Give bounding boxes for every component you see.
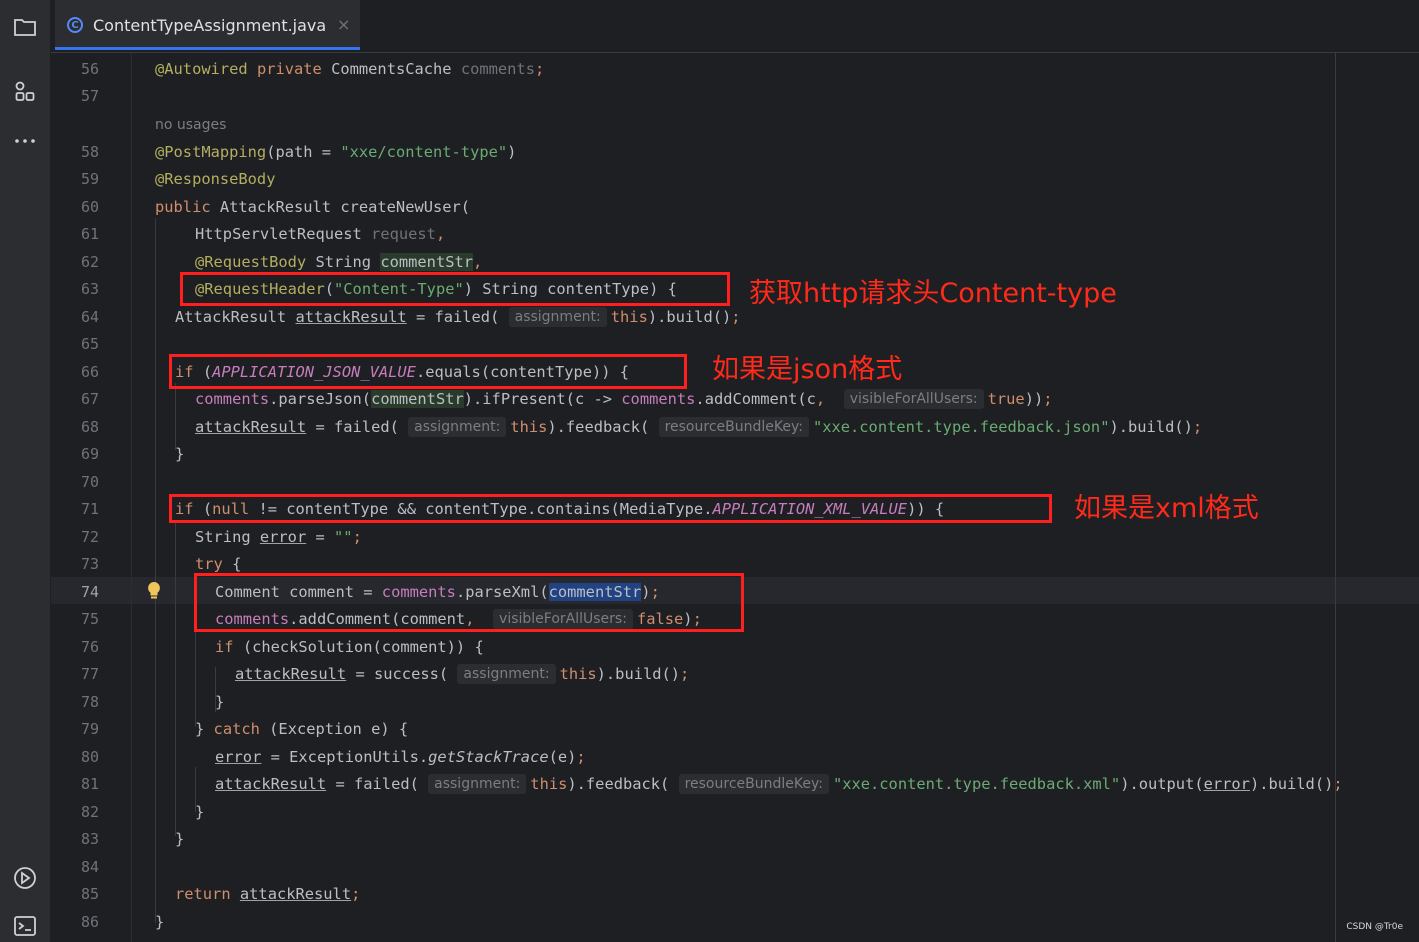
- line-number: 67: [80, 390, 99, 408]
- code-line[interactable]: }: [175, 826, 184, 853]
- code-line[interactable]: @Autowired private CommentsCache comment…: [155, 56, 544, 83]
- line-number: 58: [80, 143, 99, 161]
- line-number-current: 74: [80, 583, 99, 601]
- code-line[interactable]: error = ExceptionUtils.getStackTrace(e);: [215, 744, 586, 771]
- code-line[interactable]: @ResponseBody: [155, 166, 275, 193]
- code-line[interactable]: comments.parseJson(commentStr).ifPresent…: [195, 386, 1053, 413]
- tab-title: ContentTypeAssignment.java: [93, 16, 327, 35]
- line-number: 59: [80, 170, 99, 188]
- indent-guide: [155, 218, 156, 923]
- no-usages-hint[interactable]: no usages: [155, 111, 226, 138]
- line-number: 81: [80, 775, 99, 793]
- highlight-box-json-check: [169, 354, 687, 389]
- annotation-json-note: 如果是json格式: [712, 354, 903, 385]
- highlight-box-parse-xml: [194, 573, 744, 632]
- lightbulb-icon[interactable]: [146, 581, 162, 601]
- code-line[interactable]: } catch (Exception e) {: [195, 716, 408, 743]
- line-number: 85: [80, 885, 99, 903]
- line-number: 69: [80, 445, 99, 463]
- code-line[interactable]: }: [155, 909, 164, 936]
- code-line[interactable]: if (checkSolution(comment)) {: [215, 634, 484, 661]
- more-icon[interactable]: [13, 129, 37, 153]
- highlight-box-request-header: [180, 272, 730, 306]
- line-number: 72: [80, 528, 99, 546]
- code-line[interactable]: attackResult = failed( assignment: this).…: [195, 414, 1202, 441]
- line-number: 83: [80, 830, 99, 848]
- close-icon[interactable]: ×: [337, 15, 350, 34]
- line-number: 60: [80, 198, 99, 216]
- line-number: 84: [80, 858, 99, 876]
- code-editor[interactable]: 56 57 58 59 60 61 62 63 64 65 66 67 68 6…: [51, 53, 1419, 942]
- line-number: 80: [80, 748, 99, 766]
- code-line[interactable]: }: [215, 689, 224, 716]
- gutter-separator: [131, 53, 132, 942]
- line-number: 77: [80, 665, 99, 683]
- code-line[interactable]: return attackResult;: [175, 881, 360, 908]
- line-number: 63: [80, 280, 99, 298]
- line-number: 76: [80, 638, 99, 656]
- line-number: 70: [80, 473, 99, 491]
- annotation-xml-note: 如果是xml格式: [1074, 493, 1259, 524]
- line-number: 62: [80, 253, 99, 271]
- line-number: 82: [80, 803, 99, 821]
- indent-guide: [175, 521, 176, 836]
- code-line[interactable]: String error = "";: [195, 524, 362, 551]
- code-line[interactable]: attackResult = success( assignment: this)…: [235, 661, 689, 688]
- line-number: 75: [80, 610, 99, 628]
- right-margin-guide: [1335, 53, 1336, 942]
- tab-content-type-assignment[interactable]: C ContentTypeAssignment.java ×: [55, 0, 360, 50]
- line-number: 68: [80, 418, 99, 436]
- watermark: CSDN @Tr0e: [1346, 922, 1403, 932]
- line-number: 71: [80, 500, 99, 518]
- folder-icon[interactable]: [13, 15, 37, 39]
- code-line[interactable]: @PostMapping(path = "xxe/content-type"): [155, 139, 516, 166]
- code-line[interactable]: }: [195, 799, 204, 826]
- code-line[interactable]: attackResult = failed( assignment: this).…: [215, 771, 1343, 798]
- code-line[interactable]: }: [175, 441, 184, 468]
- code-line[interactable]: AttackResult attackResult = failed( assi…: [175, 304, 741, 331]
- line-number: 57: [80, 87, 99, 105]
- line-number: 79: [80, 720, 99, 738]
- line-number: 73: [80, 555, 99, 573]
- annotation-header-note: 获取http请求头Content-type: [749, 278, 1117, 309]
- line-number: 66: [80, 363, 99, 381]
- run-icon[interactable]: [13, 866, 37, 890]
- code-line[interactable]: public AttackResult createNewUser(: [155, 194, 470, 221]
- code-line[interactable]: HttpServletRequest request,: [195, 221, 445, 248]
- line-number: 86: [80, 913, 99, 931]
- terminal-icon[interactable]: [13, 914, 37, 938]
- line-number: 65: [80, 335, 99, 353]
- java-class-icon: C: [67, 17, 83, 33]
- structure-icon[interactable]: [13, 80, 37, 104]
- line-number: 61: [80, 225, 99, 243]
- highlight-box-xml-check: [169, 494, 1052, 523]
- line-number: 78: [80, 693, 99, 711]
- line-number: 56: [80, 60, 99, 78]
- line-number: 64: [80, 308, 99, 326]
- editor-tab-bar: C ContentTypeAssignment.java ×: [51, 0, 1419, 53]
- indent-guide: [175, 383, 176, 450]
- tool-window-sidebar: [0, 0, 51, 942]
